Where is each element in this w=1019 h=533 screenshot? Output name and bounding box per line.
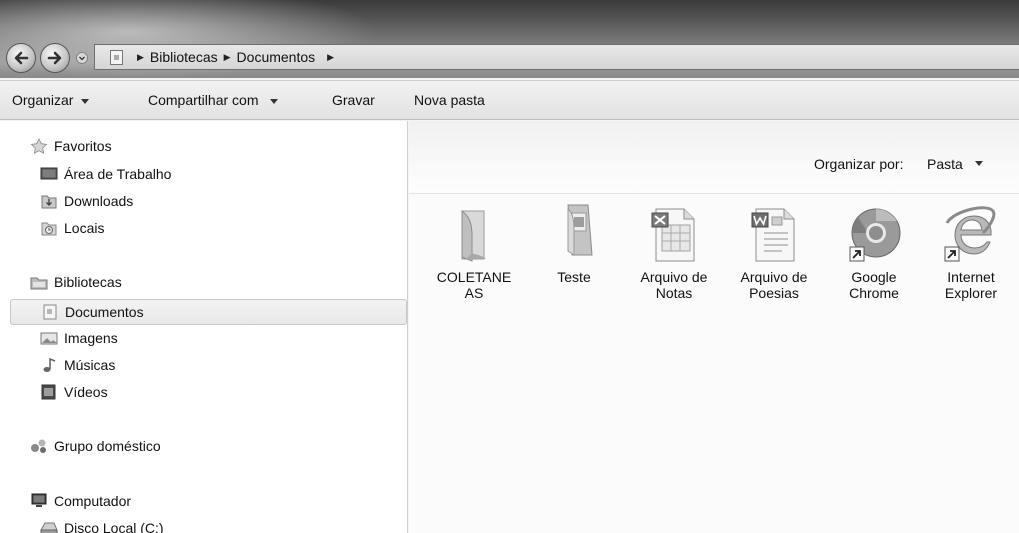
sidebar-item-label: Locais [64, 220, 105, 236]
sidebar-item-label: Imagens [64, 330, 118, 346]
command-toolbar: Organizar Compartilhar com Gravar Nova p… [0, 80, 1019, 120]
documents-library-icon [43, 304, 57, 320]
file-label-line1: Internet [947, 269, 995, 285]
sidebar-item-label: Computador [54, 493, 132, 509]
file-item-arquivo-de-poesias[interactable]: Arquivo de Poesias [724, 203, 824, 301]
downloads-folder-icon [41, 195, 57, 209]
library-location-icon [110, 49, 123, 65]
sidebar-item-imagens[interactable]: Imagens [40, 330, 118, 346]
sidebar-item-label: Disco Local (C:) [64, 520, 164, 533]
share-menu-button[interactable]: Compartilhar com [148, 92, 279, 108]
address-bar[interactable]: ▶ Bibliotecas ▶ Documentos ▶ [94, 44, 1019, 70]
header-divider [409, 193, 1019, 194]
homegroup-icon [31, 439, 46, 453]
chevron-down-icon [270, 98, 279, 104]
breadcrumb-separator-icon[interactable]: ▶ [224, 52, 231, 63]
excel-document-icon [651, 208, 695, 262]
file-label-line2: Poesias [749, 285, 799, 301]
back-button[interactable] [6, 43, 36, 73]
computer-icon [31, 493, 47, 507]
sidebar-item-label: Documentos [65, 304, 144, 320]
word-document-icon [751, 208, 795, 262]
file-item-coletaneas[interactable]: COLETANE AS [424, 203, 524, 301]
forward-button[interactable] [40, 43, 70, 73]
sidebar-item-grupo-domestico[interactable]: Grupo doméstico [30, 438, 161, 454]
sidebar-item-favoritos[interactable]: Favoritos [30, 138, 112, 154]
file-label-line1: Teste [557, 269, 591, 285]
sidebar-item-label: Bibliotecas [54, 274, 122, 290]
sidebar-item-area-de-trabalho[interactable]: Área de Trabalho [40, 166, 171, 182]
window-titlebar: ▶ Bibliotecas ▶ Documentos ▶ [0, 0, 1019, 78]
share-label: Compartilhar com [148, 92, 259, 108]
file-item-internet-explorer[interactable]: Internet Explorer [921, 203, 1019, 301]
chrome-shortcut-icon [849, 208, 901, 262]
file-label-line2: AS [464, 285, 484, 301]
file-label-line2: Explorer [944, 285, 998, 301]
recent-places-icon [41, 222, 57, 236]
file-label-line1: COLETANE [436, 269, 512, 285]
music-note-icon [43, 357, 56, 372]
libraries-icon [30, 277, 48, 290]
hard-drive-icon [40, 522, 58, 533]
organize-label: Organizar [12, 92, 74, 108]
sidebar-item-downloads[interactable]: Downloads [40, 193, 133, 209]
sidebar-item-label: Grupo doméstico [54, 438, 161, 454]
sidebar-item-musicas[interactable]: Músicas [40, 357, 115, 373]
recent-pages-chevron-down-icon[interactable] [76, 52, 88, 64]
sidebar-item-label: Músicas [64, 357, 116, 373]
file-label-line2: Chrome [849, 285, 899, 301]
sidebar-item-label: Favoritos [54, 138, 112, 154]
sidebar-item-computador[interactable]: Computador [30, 493, 131, 509]
file-label-line1: Google [851, 269, 897, 285]
breadcrumb-documentos[interactable]: Documentos [237, 49, 316, 65]
file-item-arquivo-de-notas[interactable]: Arquivo de Notas [624, 203, 724, 301]
breadcrumb-separator-icon[interactable]: ▶ [327, 52, 334, 63]
videos-library-icon [41, 384, 56, 400]
burn-button[interactable]: Gravar [332, 92, 375, 108]
sidebar-item-label: Downloads [64, 193, 134, 209]
breadcrumb-bibliotecas[interactable]: Bibliotecas [150, 49, 218, 65]
back-arrow-icon [14, 51, 29, 65]
folder-icon [567, 204, 593, 256]
folder-icon [461, 209, 486, 262]
file-list-pane: Organizar por: Pasta COLETANE AS Teste A… [409, 121, 1019, 533]
file-label-line1: Arquivo de [740, 269, 808, 285]
pictures-library-icon [40, 332, 58, 345]
library-header: Organizar por: Pasta [409, 121, 1019, 193]
sidebar-item-disco-local[interactable]: Disco Local (C:) [40, 520, 164, 533]
file-label-line1: Arquivo de [640, 269, 708, 285]
chevron-down-icon [81, 98, 90, 104]
sidebar-item-label: Vídeos [64, 384, 108, 400]
chevron-down-icon[interactable] [975, 161, 983, 166]
navigation-pane: Favoritos Área de Trabalho Downloads Loc… [0, 121, 408, 533]
breadcrumb-separator-icon[interactable]: ▶ [137, 52, 144, 63]
organize-menu-button[interactable]: Organizar [12, 92, 90, 108]
arrange-by-dropdown[interactable]: Pasta [927, 156, 963, 172]
file-item-teste[interactable]: Teste [524, 203, 624, 285]
new-folder-button[interactable]: Nova pasta [414, 92, 485, 108]
sidebar-item-label: Área de Trabalho [64, 166, 172, 182]
sidebar-item-locais[interactable]: Locais [40, 220, 104, 236]
desktop-icon [40, 167, 58, 180]
file-item-google-chrome[interactable]: Google Chrome [824, 203, 924, 301]
forward-arrow-icon [47, 51, 62, 65]
sidebar-item-videos[interactable]: Vídeos [40, 384, 108, 400]
sidebar-item-documentos[interactable]: Documentos [10, 299, 407, 325]
sidebar-item-bibliotecas[interactable]: Bibliotecas [30, 274, 122, 290]
internet-explorer-shortcut-icon [944, 206, 996, 262]
arrange-by-label: Organizar por: [814, 156, 904, 172]
star-icon [30, 138, 48, 154]
file-label-line2: Notas [655, 285, 693, 301]
